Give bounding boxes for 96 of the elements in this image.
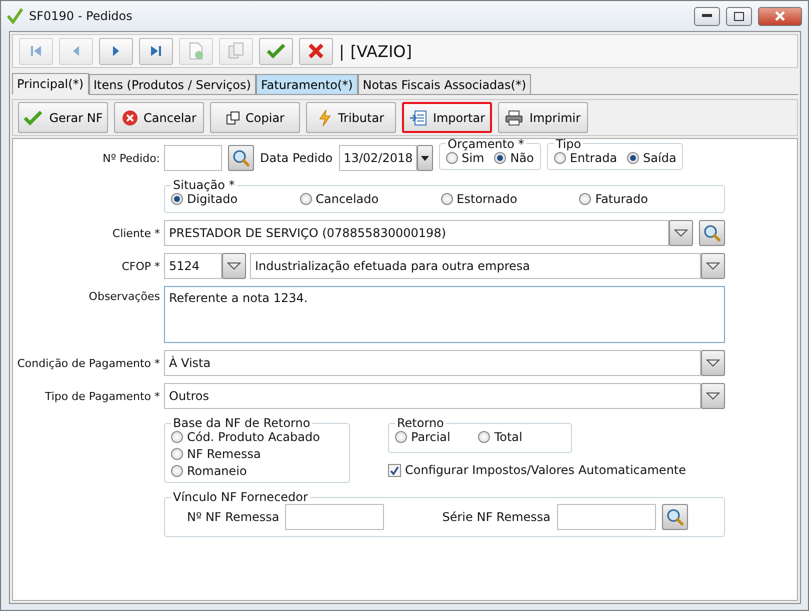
minimize-button[interactable] (694, 6, 720, 26)
action-button[interactable]: Copiar (210, 102, 300, 133)
combo-field[interactable]: Industrialização efetuada para outra empresa (250, 253, 701, 279)
caret-icon (706, 262, 720, 270)
input-field[interactable] (164, 145, 222, 171)
maximize-button[interactable] (726, 6, 752, 26)
next-icon (111, 44, 121, 58)
caret-icon (420, 156, 429, 160)
group-label: Vínculo NF Fornecedor (172, 490, 309, 504)
field-label: Data Pedido (260, 151, 333, 165)
dropdown-button[interactable] (701, 253, 725, 279)
radio-button[interactable]: Romaneio (171, 464, 343, 478)
radio-button[interactable]: Estornado (440, 192, 518, 206)
action-button[interactable]: Gerar NF (18, 102, 108, 133)
minimize-icon (702, 14, 712, 18)
group-label: Tipo (554, 136, 582, 150)
toolbar-button[interactable] (259, 38, 293, 64)
field-label: Tipo de Pagamento * (44, 390, 160, 402)
radio-button[interactable]: Sim (446, 150, 484, 164)
search-icon (703, 224, 721, 242)
last-record-icon (149, 44, 163, 58)
caret-icon (706, 392, 720, 400)
record-status: [VAZIO] (350, 42, 412, 60)
checkbox[interactable]: Configurar Impostos/Valores Automaticamente (388, 463, 686, 477)
window-title: SF0190 - Pedidos (29, 9, 134, 23)
cancel-icon (122, 110, 138, 126)
toolbar-button[interactable] (299, 38, 333, 64)
radio-button[interactable]: Digitado (171, 192, 238, 206)
action-button[interactable]: Tributar (306, 102, 396, 133)
combo-field[interactable]: 5124 (164, 253, 222, 279)
close-button[interactable] (758, 6, 802, 26)
tab[interactable]: Notas Fiscais Associadas(*) (358, 74, 532, 94)
import-icon (408, 110, 427, 126)
radio-button[interactable]: Entrada (554, 150, 618, 164)
search-button[interactable] (228, 145, 254, 171)
app-icon (7, 8, 23, 24)
input-field[interactable] (285, 504, 384, 530)
action-button[interactable]: Importar (402, 102, 492, 133)
group-label: Base da NF de Retorno (172, 416, 312, 430)
printer-icon (505, 110, 524, 126)
field-label: Condição de Pagamento * (16, 356, 160, 370)
field-label: Cliente * (111, 226, 160, 240)
input-field[interactable] (556, 504, 656, 530)
tab[interactable]: Faturamento(*) (256, 74, 358, 94)
text-area[interactable]: Referente a nota 1234. (164, 286, 725, 343)
check-icon (23, 110, 44, 126)
group-label: Situação * (172, 178, 236, 192)
field-label: Série NF Remessa (442, 510, 551, 524)
radio-button[interactable]: Total (478, 430, 522, 444)
caret-icon (227, 262, 241, 270)
previous-icon (71, 44, 81, 58)
combo-field[interactable]: Outros (164, 383, 701, 409)
radio-button[interactable]: NF Remessa (171, 447, 343, 461)
group-label: Retorno (396, 416, 445, 430)
radio-button[interactable]: Cód. Produto Acabado (171, 430, 343, 444)
documents-icon (228, 42, 244, 60)
combo-field[interactable]: PRESTADOR DE SERVIÇO (078855830000198) (164, 220, 669, 246)
dropdown-button[interactable] (701, 383, 725, 409)
toolbar-button[interactable] (99, 38, 133, 64)
search-icon (666, 508, 684, 526)
radio-button[interactable]: Parcial (395, 430, 450, 444)
caret-icon (674, 229, 688, 237)
dropdown-button[interactable] (701, 350, 725, 376)
tab[interactable]: Principal(*) (12, 73, 88, 95)
lightning-icon (318, 108, 332, 126)
date-field[interactable]: 13/02/2018 (338, 145, 417, 171)
dropdown-button[interactable] (222, 253, 246, 279)
search-button[interactable] (699, 220, 725, 246)
x-icon (308, 43, 324, 59)
dropdown-button[interactable] (416, 145, 433, 171)
field-label: Nº Pedido: (102, 152, 160, 164)
dropdown-button[interactable] (669, 220, 693, 246)
copy-icon (226, 110, 240, 124)
radio-button[interactable]: Não (494, 150, 534, 164)
field-label: Observações (88, 289, 160, 303)
field-label: Nº NF Remessa (187, 510, 280, 524)
caret-icon (706, 359, 720, 367)
radio-button[interactable]: Cancelado (300, 192, 379, 206)
field-label: CFOP * (120, 260, 160, 272)
group-label: Orçamento * (446, 136, 526, 150)
close-icon (775, 11, 785, 21)
toolbar-button[interactable] (139, 38, 173, 64)
search-button[interactable] (662, 504, 688, 530)
action-button[interactable]: Cancelar (114, 102, 204, 133)
check-icon (266, 43, 286, 59)
radio-button[interactable]: Saída (627, 150, 676, 164)
tab[interactable]: Itens (Produtos / Serviços) (88, 74, 256, 94)
first-record-icon (29, 44, 43, 58)
check-icon (390, 466, 399, 474)
new-document-icon (188, 42, 204, 60)
separator-text: | (339, 42, 344, 60)
maximize-icon (734, 12, 744, 20)
radio-button[interactable]: Faturado (579, 192, 648, 206)
combo-field[interactable]: À Vista (164, 350, 701, 376)
action-button[interactable]: Imprimir (498, 102, 588, 133)
search-icon (232, 149, 250, 167)
